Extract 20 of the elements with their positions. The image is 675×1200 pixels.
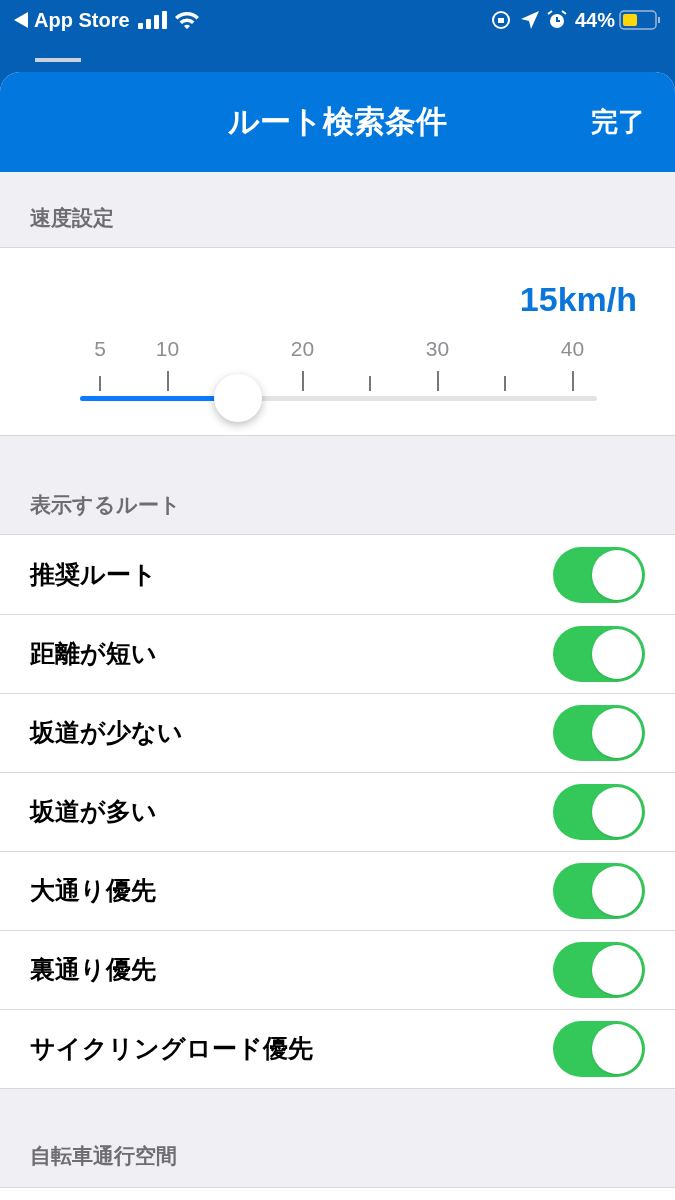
battery-percentage: 44% (574, 8, 615, 33)
sheet-title: ルート検索条件 (228, 102, 447, 141)
route-option-label: サイクリングロード優先 (30, 1033, 314, 1065)
route-option-label: 大通り優先 (30, 875, 157, 907)
route-option-label: 距離が短い (30, 638, 158, 670)
tick-label: 5 (94, 336, 106, 362)
speed-value: 15km/h (519, 279, 637, 320)
tick-label: 30 (425, 336, 450, 362)
back-label[interactable]: App Store (34, 5, 130, 35)
route-option-label: 坂道が少ない (30, 717, 184, 749)
tick-label: 10 (155, 336, 180, 362)
route-option-label: 坂道が多い (30, 796, 158, 828)
section-header: 表示するルート (30, 491, 181, 518)
tick-label: 20 (290, 336, 315, 362)
tick-label: 40 (560, 336, 585, 362)
route-option-label: 裏通り優先 (30, 954, 157, 986)
done-button[interactable]: 完了 (591, 101, 645, 143)
section-header: 自転車通行空間 (30, 1142, 177, 1169)
section-header: 速度設定 (30, 204, 114, 231)
route-option-label: 推奨ルート (30, 558, 158, 590)
